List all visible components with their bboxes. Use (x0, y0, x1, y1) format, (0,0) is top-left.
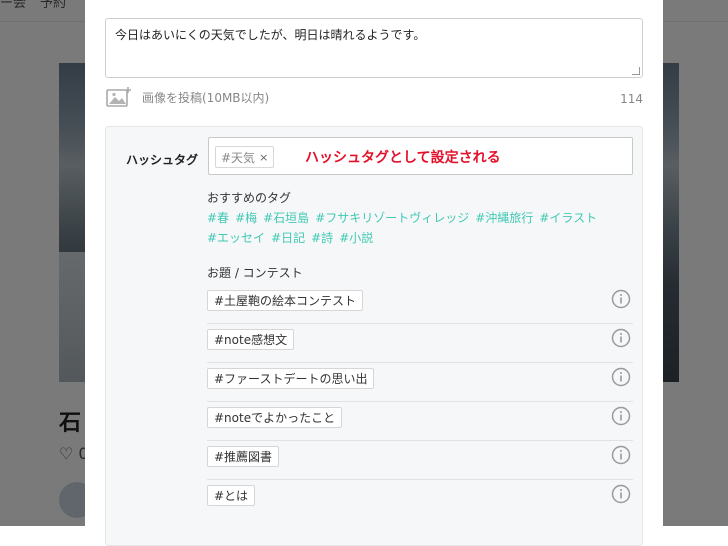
image-add-icon (106, 86, 132, 108)
hashtag-panel: ハッシュタグ #天気 × ハッシュタグとして設定される おすすめのタグ #春 #梅… (105, 126, 643, 546)
info-icon[interactable] (611, 328, 631, 348)
info-icon[interactable] (611, 484, 631, 504)
hashtag-input[interactable]: #天気 × ハッシュタグとして設定される (208, 137, 633, 175)
info-icon[interactable] (611, 406, 631, 426)
recommended-tag[interactable]: #春 (207, 211, 229, 225)
post-settings-modal: 今日はあいにくの天気でしたが、明日は晴れるようです。 画像を投稿(10MB以内)… (85, 0, 663, 546)
recommended-tag[interactable]: #石垣島 (263, 211, 309, 225)
contest-row: #土屋鞄の絵本コンテスト (207, 285, 633, 324)
info-icon[interactable] (611, 289, 631, 309)
hashtag-chip-text: #天気 (221, 150, 256, 165)
contest-row: #noteでよかったこと (207, 402, 633, 441)
image-upload-button[interactable]: 画像を投稿(10MB以内) (106, 85, 269, 109)
contest-row: #note感想文 (207, 324, 633, 363)
close-icon[interactable]: × (259, 151, 268, 164)
recommended-tag[interactable]: #詩 (311, 231, 333, 245)
hashtag-chip: #天気 × (215, 146, 275, 168)
post-body-textarea[interactable]: 今日はあいにくの天気でしたが、明日は晴れるようです。 (105, 18, 643, 78)
recommended-tag[interactable]: #梅 (235, 211, 257, 225)
contest-tag[interactable]: #とは (207, 485, 256, 506)
contest-tag[interactable]: #土屋鞄の絵本コンテスト (207, 290, 364, 311)
recommended-tag[interactable]: #イラスト (539, 211, 597, 225)
recommended-tag[interactable]: #日記 (271, 231, 305, 245)
recommended-tags-title: おすすめのタグ (207, 191, 292, 205)
recommended-tag[interactable]: #沖縄旅行 (475, 211, 533, 225)
hashtag-annotation: ハッシュタグとして設定される (305, 150, 501, 166)
contest-tag[interactable]: #推薦図書 (207, 446, 280, 467)
contest-tag[interactable]: #noteでよかったこと (207, 407, 343, 428)
contest-row: #推薦図書 (207, 441, 633, 480)
contest-section-title: お題 / コンテスト (207, 266, 303, 280)
contest-row: #とは (207, 480, 633, 519)
info-icon[interactable] (611, 445, 631, 465)
post-body-text: 今日はあいにくの天気でしたが、明日は晴れるようです。 (115, 28, 426, 42)
image-upload-label: 画像を投稿(10MB以内) (142, 90, 270, 105)
contest-row: #ファーストデートの思い出 (207, 363, 633, 402)
contest-tag[interactable]: #note感想文 (207, 329, 295, 350)
recommended-tag[interactable]: #小説 (339, 231, 373, 245)
contest-list: #土屋鞄の絵本コンテスト #note感想文 #ファーストデートの思い出 #not… (207, 285, 633, 519)
recommended-tag[interactable]: #エッセイ (207, 231, 265, 245)
recommended-tag[interactable]: #フサキリゾートヴィレッジ (315, 211, 469, 225)
resize-grip-icon[interactable] (632, 67, 640, 75)
char-count: 114 (620, 92, 643, 106)
recommended-tags: #春 #梅 #石垣島 #フサキリゾートヴィレッジ #沖縄旅行 #イラスト #エッセイ #日記… (207, 208, 627, 248)
info-icon[interactable] (611, 367, 631, 387)
contest-tag[interactable]: #ファーストデートの思い出 (207, 368, 375, 389)
hashtag-label: ハッシュタグ (126, 153, 199, 167)
